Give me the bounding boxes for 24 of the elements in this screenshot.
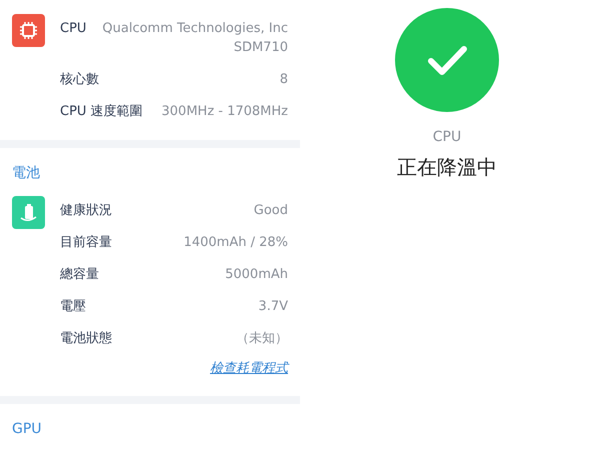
row-value: 300MHz - 1708MHz — [162, 103, 288, 121]
section-title: 電池 — [12, 164, 41, 183]
row-value: 8 — [280, 71, 288, 89]
status-caption: CPU — [432, 128, 462, 146]
row-label: 電壓 — [60, 298, 86, 316]
row-label: 目前容量 — [60, 234, 112, 252]
section-title: GPU — [12, 420, 43, 439]
row-value: Good — [254, 202, 288, 220]
row-label: 電池狀態 — [60, 330, 112, 348]
row-value: 5000mAh — [225, 266, 288, 284]
battery-icon — [12, 196, 45, 229]
chip-icon — [12, 14, 45, 47]
row-label: CPU — [60, 20, 86, 38]
status-text: 正在降溫中 — [397, 154, 497, 180]
row-value: 3.7V — [258, 298, 288, 316]
row-label: 總容量 — [60, 266, 99, 284]
row-label: 健康狀況 — [60, 202, 112, 220]
check-apps-link[interactable]: 檢查耗電程式 — [210, 359, 288, 378]
row-label: CPU 速度範圍 — [60, 103, 143, 121]
row-label: 核心數 — [60, 71, 99, 89]
row-value: 1400mAh / 28% — [184, 234, 288, 252]
row-value: （未知） — [236, 330, 288, 348]
row-value: Qualcomm Technologies, Inc SDM710 — [102, 20, 288, 57]
check-icon — [395, 8, 499, 112]
